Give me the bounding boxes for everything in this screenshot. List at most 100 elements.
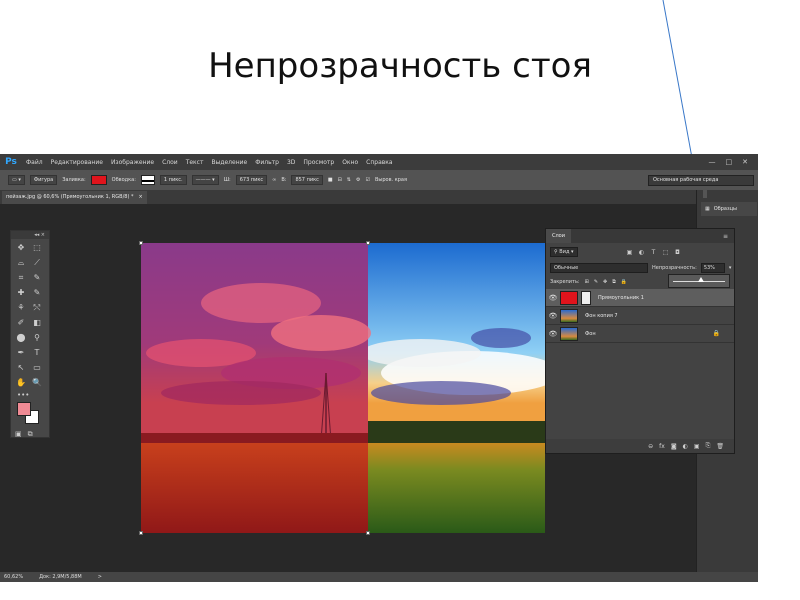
hand-tool-icon[interactable]: ✋	[14, 377, 28, 389]
mode-select[interactable]: Фигура	[29, 175, 58, 185]
healing-brush-tool-icon[interactable]: ✚	[14, 287, 28, 299]
new-group-icon[interactable]: ▣	[694, 443, 700, 450]
quick-select-tool-icon[interactable]: ⟋	[30, 257, 44, 269]
stroke-style-select[interactable]: ——— ▾	[191, 175, 219, 185]
move-tool-icon[interactable]: ✥	[14, 242, 28, 254]
menu-view[interactable]: Просмотр	[299, 159, 338, 166]
link-icon[interactable]: ∞	[272, 177, 276, 183]
path-select-tool-icon[interactable]: ↖	[14, 362, 28, 374]
eyedropper-tool-icon[interactable]: ✎	[30, 272, 44, 284]
rectangle-tool-icon[interactable]: ▭	[30, 362, 44, 374]
blur-tool-icon[interactable]: ⬤	[14, 332, 28, 344]
menu-file[interactable]: Файл	[22, 159, 47, 166]
width-field[interactable]: 673 пикс	[235, 175, 268, 185]
panel-menu-icon[interactable]: ≡	[723, 233, 728, 240]
document-tab[interactable]: пейзаж.jpg @ 60,6% (Прямоугольник 1, RGB…	[2, 191, 147, 204]
menu-type[interactable]: Текст	[182, 159, 208, 166]
transform-handle-bl[interactable]	[139, 531, 143, 535]
path-operations-icon[interactable]: ■	[328, 177, 333, 183]
height-field[interactable]: 857 пикс	[291, 175, 323, 185]
menu-3d[interactable]: 3D	[283, 159, 299, 166]
filter-adjustment-icon[interactable]: ◐	[638, 249, 646, 256]
layer-style-fx-icon[interactable]: fx	[659, 443, 665, 450]
menu-select[interactable]: Выделение	[207, 159, 251, 166]
dodge-tool-icon[interactable]: ⚲	[30, 332, 44, 344]
brush-tool-icon[interactable]: ✎	[30, 287, 44, 299]
pen-tool-icon[interactable]: ✒	[14, 347, 28, 359]
menu-filter[interactable]: Фильтр	[251, 159, 283, 166]
close-tab-icon[interactable]: ×	[138, 194, 142, 200]
type-tool-icon[interactable]: T	[30, 347, 44, 359]
menu-help[interactable]: Справка	[362, 159, 396, 166]
adjustment-layer-icon[interactable]: ◐	[683, 443, 688, 450]
maximize-button[interactable]: □	[726, 158, 733, 166]
workspace-select[interactable]: Основная рабочая среда	[648, 174, 754, 186]
foreground-color-swatch[interactable]	[17, 402, 31, 416]
layers-tab[interactable]: Слои	[546, 229, 571, 243]
blend-mode-select[interactable]: Обычные	[550, 263, 648, 273]
layers-tab-row: Слои ≡	[546, 229, 734, 243]
layer-row-rectangle[interactable]: 👁 Прямоугольник 1	[546, 289, 734, 307]
path-arrangement-icon[interactable]: ⇅	[347, 177, 351, 183]
paint-bucket-tool-icon[interactable]: ◧	[30, 317, 44, 329]
clone-stamp-tool-icon[interactable]: ⚘	[14, 302, 28, 314]
filter-type-icon[interactable]: T	[650, 249, 658, 256]
menu-edit[interactable]: Редактирование	[47, 159, 107, 166]
history-brush-tool-icon[interactable]: ⤲	[30, 302, 44, 314]
screen-mode-icon[interactable]: ⧉	[28, 430, 33, 439]
menu-layers[interactable]: Слои	[158, 159, 182, 166]
dock-collapse-handle[interactable]	[703, 190, 707, 198]
tool-preset-picker[interactable]: ▭ ▾	[8, 175, 25, 185]
layer-row-background-copy[interactable]: 👁 Фон копия 7	[546, 307, 734, 325]
path-alignment-icon[interactable]: ⊟	[338, 177, 342, 183]
more-tools-icon[interactable]: •••	[11, 391, 49, 399]
opacity-slider-popup	[668, 274, 730, 288]
transform-handle-br[interactable]	[366, 531, 370, 535]
menu-window[interactable]: Окно	[338, 159, 362, 166]
transform-handle-tl[interactable]	[139, 241, 143, 245]
menu-image[interactable]: Изображение	[107, 159, 158, 166]
new-layer-icon[interactable]: ⎘	[706, 442, 711, 450]
visibility-eye-icon[interactable]: 👁	[546, 312, 560, 320]
layer-name: Фон копия 7	[585, 312, 618, 319]
delete-layer-icon[interactable]: 🗑	[716, 443, 724, 450]
layers-footer: ⊖ fx ◙ ◐ ▣ ⎘ 🗑	[546, 439, 734, 453]
lock-position-icon[interactable]: ✥	[603, 279, 607, 285]
status-menu-arrow[interactable]: >	[98, 574, 102, 580]
filter-kind-select[interactable]: ⚲ Вид ▾	[550, 247, 578, 257]
add-mask-icon[interactable]: ◙	[671, 443, 677, 450]
lock-transparent-icon[interactable]: ⊞	[585, 279, 589, 285]
opacity-slider-knob[interactable]	[697, 277, 704, 282]
close-button[interactable]: ✕	[742, 158, 748, 166]
tools-panel-header[interactable]: ◂◂ ×	[11, 231, 49, 239]
link-layers-icon[interactable]: ⊖	[648, 443, 653, 450]
minimize-button[interactable]: —	[709, 158, 716, 166]
eraser-tool-icon[interactable]: ✐	[14, 317, 28, 329]
filter-shape-icon[interactable]: ⬚	[662, 249, 670, 256]
marquee-tool-icon[interactable]: ⬚	[30, 242, 44, 254]
quick-mask-icon[interactable]: ▣	[15, 430, 22, 439]
opacity-dropdown-icon[interactable]: ▾	[729, 265, 732, 271]
stroke-color-swatch[interactable]	[140, 175, 155, 185]
filter-pixel-icon[interactable]: ▣	[626, 249, 634, 256]
zoom-level[interactable]: 60,62%	[4, 574, 23, 580]
visibility-eye-icon[interactable]: 👁	[546, 294, 560, 302]
opacity-field[interactable]: 53%	[700, 263, 725, 273]
align-edges-checkbox[interactable]: ☑	[365, 177, 369, 183]
zoom-tool-icon[interactable]: 🔍	[30, 377, 44, 389]
lasso-tool-icon[interactable]: ⌓	[14, 257, 28, 269]
lock-artboard-icon[interactable]: ⧉	[612, 279, 616, 285]
layer-row-background[interactable]: 👁 Фон 🔒	[546, 325, 734, 343]
lock-all-icon[interactable]: 🔒	[621, 279, 627, 285]
stroke-width-field[interactable]: 1 пикс.	[159, 175, 187, 185]
swatches-panel-tab[interactable]: ▦ Образцы	[701, 202, 757, 216]
fill-color-swatch[interactable]	[90, 175, 107, 185]
settings-gear-icon[interactable]: ⚙	[356, 177, 360, 183]
visibility-eye-icon[interactable]: 👁	[546, 330, 560, 338]
stroke-label: Обводка:	[111, 177, 136, 183]
transform-handle-tr[interactable]	[366, 241, 370, 245]
document-image[interactable]	[141, 243, 545, 533]
lock-pixels-icon[interactable]: ✎	[594, 279, 598, 285]
crop-tool-icon[interactable]: ⌗	[14, 272, 28, 284]
filter-smart-object-icon[interactable]: ◘	[674, 249, 682, 256]
